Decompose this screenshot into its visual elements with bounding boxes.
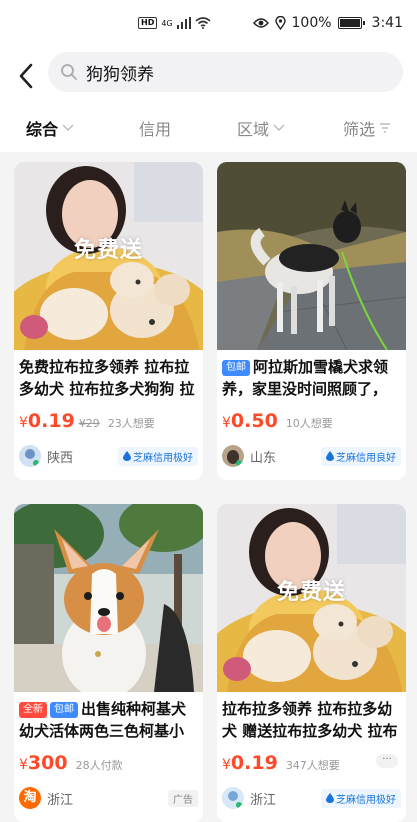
search-header: 狗狗领养 xyxy=(0,52,417,100)
wifi-icon xyxy=(195,17,211,29)
product-price: ¥0.19 xyxy=(222,752,278,774)
image-overlay-text: 免费送 xyxy=(73,238,143,263)
seller-row: 淘 浙江 广告 xyxy=(19,786,198,810)
seller-row: 陕西 芝麻信用极好 xyxy=(19,444,198,468)
product-card[interactable]: 全新 包邮 出售纯种柯基犬幼犬活体两色三色柯基小 ¥300 28人付款 淘 浙江 广… xyxy=(14,504,203,822)
search-icon xyxy=(61,64,77,80)
product-image: 免费送 xyxy=(14,162,203,350)
seller-location: 山东 xyxy=(250,450,277,466)
status-bar: HD 4G 100% 3:41 xyxy=(0,0,417,52)
credit-badge: 芝麻信用极好 xyxy=(118,446,198,466)
eye-icon xyxy=(252,18,269,28)
credit-badge: 芝麻信用极好 xyxy=(321,788,401,808)
taobao-avatar[interactable]: 淘 xyxy=(19,787,41,809)
want-count: 23人想要 xyxy=(107,417,155,430)
price-row: ¥0.19 347人想要 xyxy=(222,752,340,774)
chevron-down-icon xyxy=(273,124,285,131)
filter-label: 综合 xyxy=(26,120,59,139)
more-button[interactable]: ··· xyxy=(376,754,398,768)
filter-credit[interactable]: 信用 xyxy=(139,116,171,140)
paid-count: 28人付款 xyxy=(75,759,123,772)
network-label: 4G xyxy=(161,18,173,28)
new-tag: 全新 xyxy=(19,702,47,718)
product-image xyxy=(14,504,203,692)
filter-label: 区域 xyxy=(237,120,270,139)
product-title: 全新 包邮 出售纯种柯基犬幼犬活体两色三色柯基小 xyxy=(19,700,187,740)
drop-icon xyxy=(123,451,131,461)
original-price: ¥29 xyxy=(78,417,100,430)
want-count: 347人想要 xyxy=(285,759,340,772)
product-price: ¥0.50 xyxy=(222,410,278,432)
seller-location: 陕西 xyxy=(47,450,74,466)
network-indicators: HD 4G xyxy=(138,17,211,29)
avatar[interactable] xyxy=(222,445,244,467)
seller-row: 山东 芝麻信用良好 xyxy=(222,444,401,468)
filter-region[interactable]: 区域 xyxy=(237,116,285,140)
system-indicators: 100% 3:41 xyxy=(252,15,403,31)
product-title: 免费拉布拉多领养 拉布拉多幼犬 拉布拉多犬狗狗 拉 xyxy=(19,358,195,398)
filter-bar: 综合 信用 区域 筛选 xyxy=(0,100,417,152)
filter-comprehensive[interactable]: 综合 xyxy=(26,116,74,140)
drop-icon xyxy=(326,793,334,803)
search-query: 狗狗领养 xyxy=(86,64,154,85)
product-title: 拉布拉多领养 拉布拉多幼犬 赠送拉布拉多幼犬 拉布 xyxy=(222,700,398,740)
back-button[interactable] xyxy=(14,60,38,92)
chevron-left-icon xyxy=(19,63,33,89)
credit-badge: 芝麻信用良好 xyxy=(321,446,401,466)
product-title: 包邮 阿拉斯加雪橇犬求领养，家里没时间照顾了， xyxy=(222,358,389,398)
signal-icon xyxy=(176,17,191,29)
ad-badge: 广告 xyxy=(168,789,198,807)
seller-row: 浙江 芝麻信用极好 xyxy=(222,786,401,810)
free-shipping-tag: 包邮 xyxy=(222,360,250,376)
product-price: ¥300 xyxy=(19,752,68,774)
filter-screen[interactable]: 筛选 xyxy=(343,116,391,140)
drop-icon xyxy=(326,451,334,461)
avatar[interactable] xyxy=(222,787,244,809)
price-row: ¥0.19 ¥29 23人想要 xyxy=(19,410,155,432)
filter-label: 筛选 xyxy=(343,120,376,139)
price-row: ¥300 28人付款 xyxy=(19,752,123,774)
price-row: ¥0.50 10人想要 xyxy=(222,410,333,432)
free-shipping-tag: 包邮 xyxy=(50,702,78,718)
product-card[interactable]: 包邮 阿拉斯加雪橇犬求领养，家里没时间照顾了， ¥0.50 10人想要 山东 芝麻… xyxy=(217,162,406,480)
chevron-down-icon xyxy=(62,124,74,131)
product-card[interactable]: 免费送 免费拉布拉多领养 拉布拉多幼犬 拉布拉多犬狗狗 拉 ¥0.19 ¥29 … xyxy=(14,162,203,480)
image-overlay-text: 免费送 xyxy=(276,580,346,605)
product-card[interactable]: 免费送 拉布拉多领养 拉布拉多幼犬 赠送拉布拉多幼犬 拉布 ¥0.19 347人… xyxy=(217,504,406,822)
product-image: 免费送 xyxy=(217,504,406,692)
filter-icon xyxy=(380,123,391,133)
seller-location: 浙江 xyxy=(47,792,74,808)
search-input[interactable]: 狗狗领养 xyxy=(48,52,403,92)
avatar[interactable] xyxy=(19,445,41,467)
clock: 3:41 xyxy=(371,15,403,31)
battery-percent: 100% xyxy=(291,15,332,31)
hd-badge: HD xyxy=(138,17,158,29)
battery-icon xyxy=(337,17,365,29)
product-image xyxy=(217,162,406,350)
product-price: ¥0.19 xyxy=(19,410,75,432)
location-icon xyxy=(274,16,286,30)
seller-location: 浙江 xyxy=(250,792,277,808)
filter-label: 信用 xyxy=(139,120,172,139)
want-count: 10人想要 xyxy=(285,417,333,430)
